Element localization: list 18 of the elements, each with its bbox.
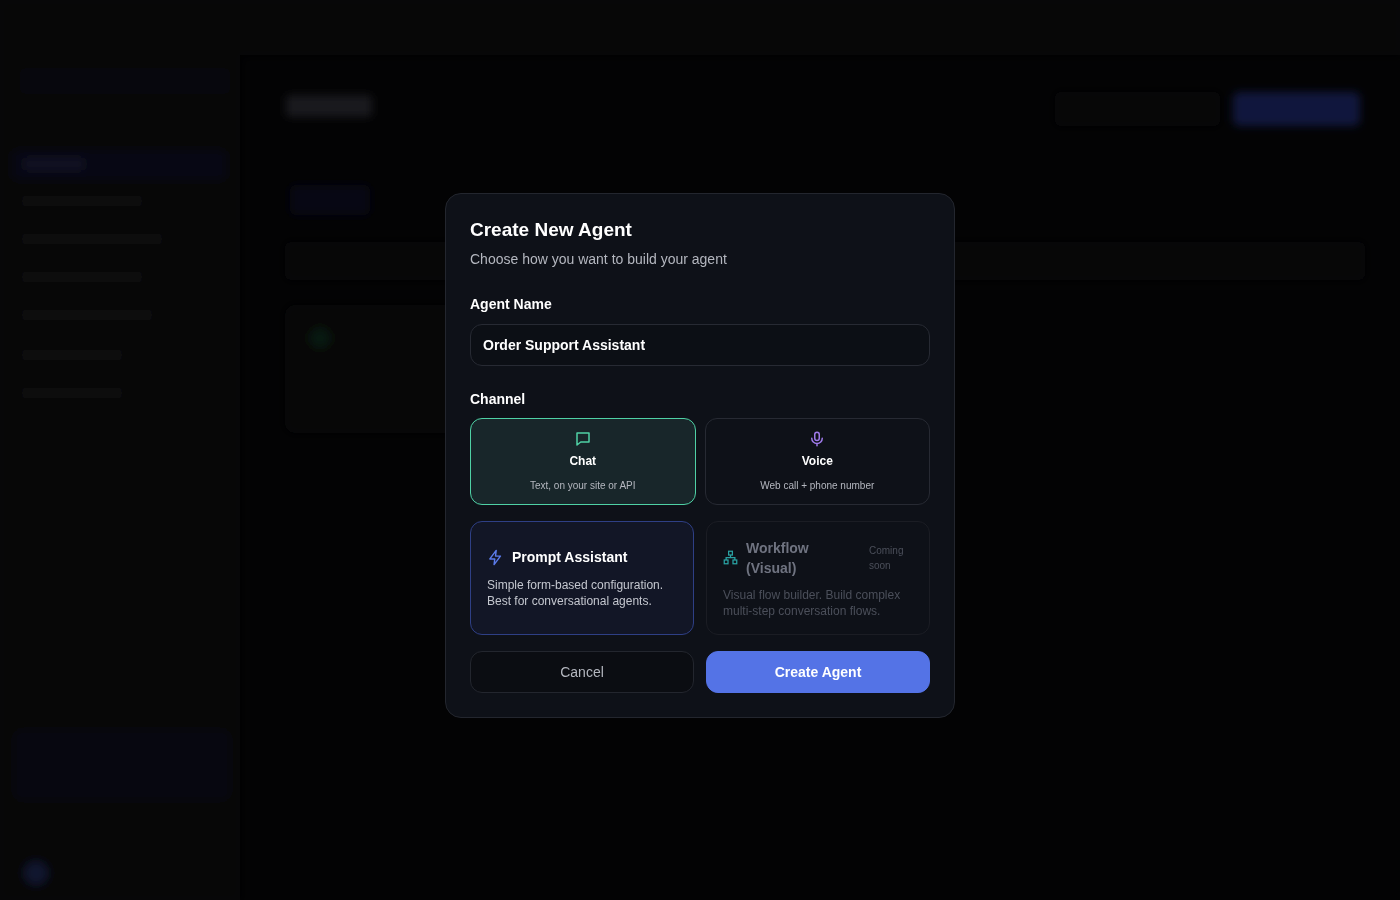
create-agent-button[interactable]: Create Agent bbox=[706, 651, 930, 693]
agent-name-field[interactable]: Order Support Assistant bbox=[470, 324, 930, 366]
option-description: Visual flow builder. Build complex multi-step conversation flows. bbox=[723, 586, 902, 619]
cancel-button[interactable]: Cancel bbox=[470, 651, 694, 693]
lightning-icon bbox=[487, 549, 504, 566]
option-title: Workflow (Visual) bbox=[746, 538, 810, 578]
chat-bubble-icon bbox=[573, 430, 592, 448]
channel-option[interactable]: Chat Text, on your site or API bbox=[470, 418, 696, 505]
field-label: Agent Name bbox=[470, 295, 553, 314]
hierarchy-icon bbox=[723, 550, 738, 565]
channel-option[interactable]: Voice Web call + phone number bbox=[704, 418, 930, 505]
coming-soon-label: Coming soon bbox=[869, 543, 905, 573]
builder-option[interactable]: Prompt Assistant Simple form-based configuration. Best for conversational agents. bbox=[470, 521, 694, 635]
option-title: Prompt Assistant bbox=[512, 548, 628, 567]
dialog-title: Create New Agent bbox=[470, 218, 633, 242]
dialog-subtitle: Choose how you want to build your agent bbox=[470, 250, 728, 269]
field-label: Channel bbox=[470, 390, 527, 409]
option-description: Simple form-based configuration. Best for conversational agents. bbox=[487, 577, 665, 609]
